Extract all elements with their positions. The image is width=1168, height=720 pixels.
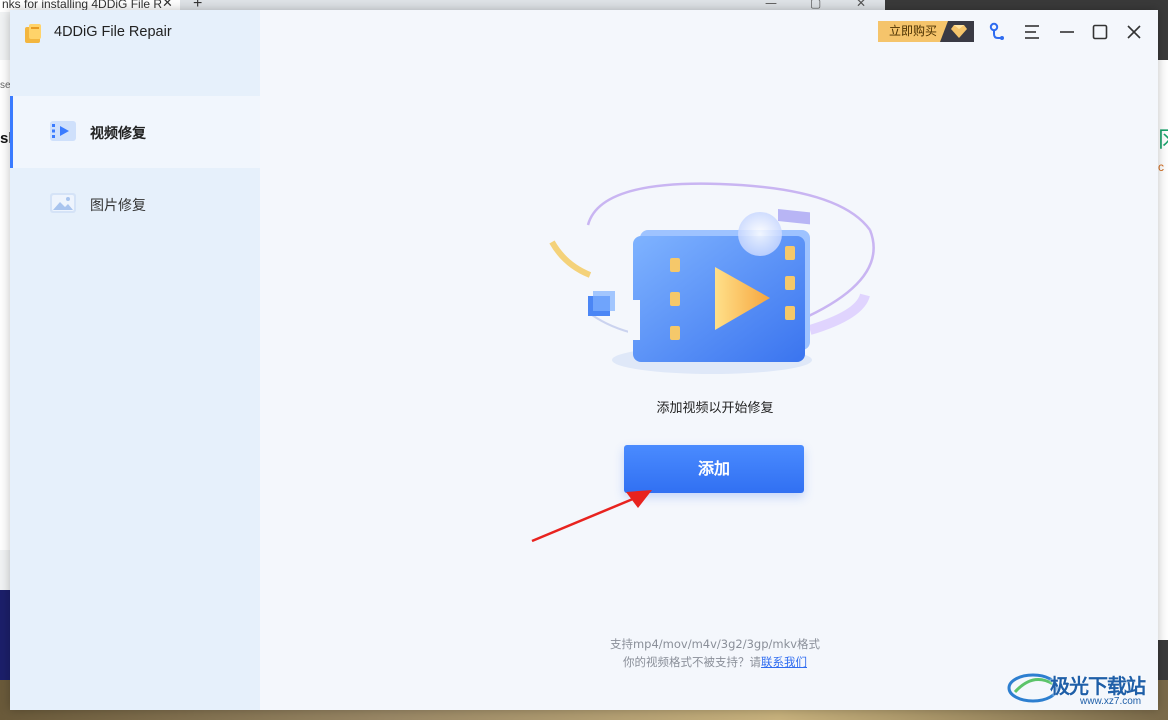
app-logo-icon xyxy=(25,24,41,43)
background-left-text: se xyxy=(0,80,11,91)
app-window: 4DDiG File Repair 视频修复 图片修复 立即购买 添加视频以开始… xyxy=(10,10,1158,710)
buy-now-button[interactable]: 立即购买 xyxy=(878,21,974,42)
diamond-icon xyxy=(951,25,967,38)
bg-minimize-icon[interactable]: — xyxy=(765,0,777,10)
sidebar-item-image-repair[interactable]: 图片修复 xyxy=(10,168,260,240)
menu-icon[interactable] xyxy=(1022,22,1042,42)
close-icon[interactable] xyxy=(1124,22,1144,42)
tab-close-icon[interactable]: ✕ xyxy=(162,0,173,9)
video-icon xyxy=(50,121,76,141)
watermark-text: 极光下载站 xyxy=(1050,674,1146,698)
background-left-banner xyxy=(0,590,10,680)
sidebar-item-label: 视频修复 xyxy=(90,126,146,142)
supported-formats: 支持mp4/mov/m4v/3g2/3gp/mkv格式 你的视频格式不被支持？请… xyxy=(550,635,880,671)
sidebar-item-video-repair[interactable]: 视频修复 xyxy=(10,96,260,168)
video-illustration xyxy=(549,182,875,374)
buy-now-label: 立即购买 xyxy=(878,21,948,42)
supported-formats-text: 支持mp4/mov/m4v/3g2/3gp/mkv格式 xyxy=(609,637,821,651)
app-title: 4DDiG File Repair xyxy=(54,24,172,40)
contact-us-link[interactable]: 联系我们 xyxy=(761,655,807,669)
minimize-icon[interactable] xyxy=(1057,22,1077,42)
red-arrow-annotation xyxy=(531,490,652,543)
background-right-text-2: c xyxy=(1158,160,1164,174)
sidebar: 4DDiG File Repair 视频修复 图片修复 xyxy=(10,10,260,710)
background-tab-title: nks for installing 4DDiG File R xyxy=(2,0,163,11)
maximize-icon[interactable] xyxy=(1090,22,1110,42)
watermark-url: www.xz7.com xyxy=(1080,696,1142,707)
unsupported-format-text: 你的视频格式不被支持？请 xyxy=(623,655,761,669)
bg-maximize-icon[interactable]: ▢ xyxy=(810,0,821,10)
background-right-text: 冈 xyxy=(1158,122,1168,154)
unsupported-format-line: 你的视频格式不被支持？请联系我们 xyxy=(550,653,880,671)
bg-close-icon[interactable]: ✕ xyxy=(856,0,866,10)
image-icon xyxy=(50,193,76,213)
support-icon[interactable] xyxy=(986,22,1006,42)
active-indicator xyxy=(10,96,13,168)
sidebar-item-label: 图片修复 xyxy=(90,198,146,214)
add-video-prompt: 添加视频以开始修复 xyxy=(656,401,774,416)
